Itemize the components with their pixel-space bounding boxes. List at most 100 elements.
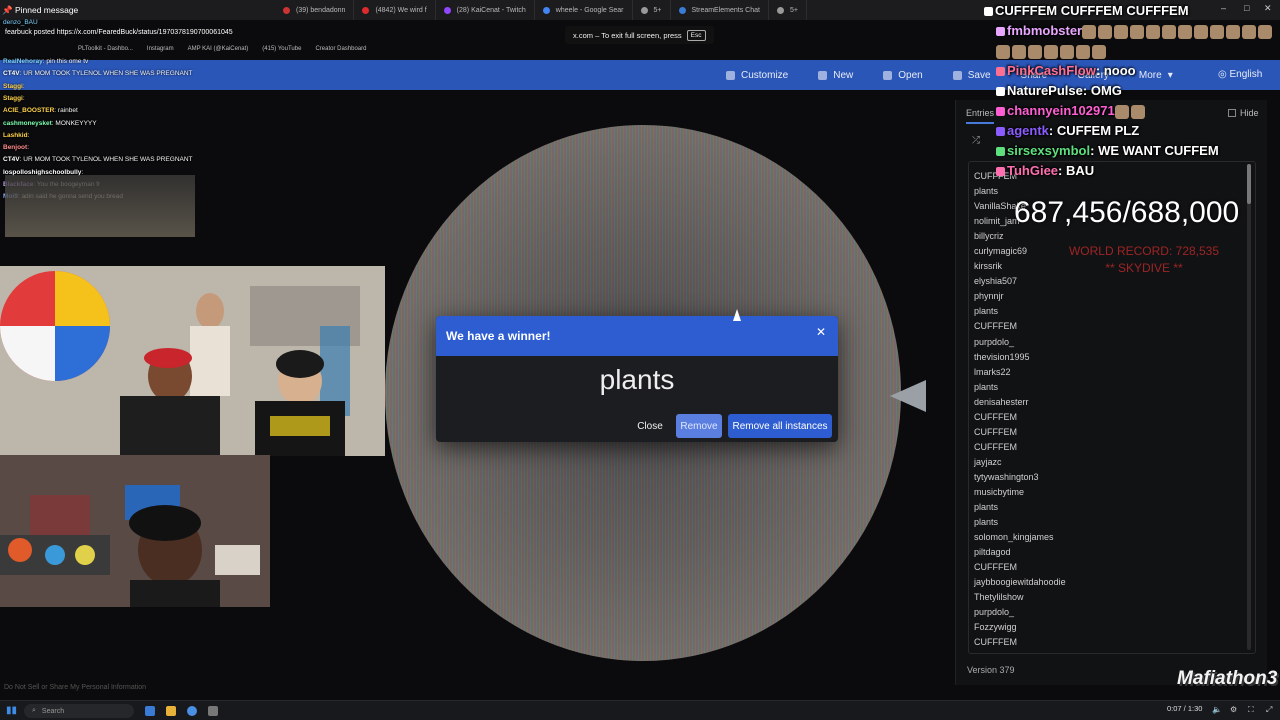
wheel-pointer-icon: [890, 380, 926, 412]
chat-overlay-image: [5, 175, 195, 237]
new-button[interactable]: New: [818, 70, 853, 81]
pinned-header: 📌 Pinned message: [2, 5, 79, 15]
folder-icon: [883, 70, 893, 80]
entry-item: denisahesterr: [974, 396, 1029, 407]
world-record-label: WORLD RECORD: 728,535 ** SKYDIVE **: [1048, 243, 1240, 277]
chat-separator: :: [1090, 143, 1099, 158]
browser-tab[interactable]: 5+: [769, 0, 807, 20]
settings-icon[interactable]: ⚙: [1230, 705, 1239, 714]
chat-badge-icon: [984, 7, 993, 17]
chat-line: Staggi:: [3, 83, 25, 90]
pinned-message: fearbuck posted https://x.com/FearedBuck…: [5, 29, 233, 36]
chat-line: Lashkid:: [3, 132, 29, 139]
tab-entries[interactable]: Entries: [966, 108, 995, 124]
emote-icon: [1194, 24, 1209, 39]
emote-icon: [1210, 24, 1225, 39]
emote-icon: [1114, 104, 1129, 119]
app-icon[interactable]: [208, 706, 218, 716]
language-button[interactable]: ◎ English: [1218, 69, 1262, 80]
winner-name: plants: [599, 364, 675, 395]
close-icon[interactable]: ✕: [816, 325, 826, 339]
browser-tab[interactable]: 5+: [633, 0, 671, 20]
taskbar-search[interactable]: ⌕ Search: [24, 704, 134, 718]
entry-item: jayjazc: [974, 456, 1002, 467]
hide-checkbox[interactable]: [1228, 109, 1236, 117]
webcam-secondary: [0, 455, 270, 607]
maximize-icon[interactable]: □: [1244, 3, 1249, 13]
bookmark-item[interactable]: (415) YouTube: [262, 46, 301, 52]
remove-all-instances-button[interactable]: Remove all instances: [728, 414, 832, 438]
entry-item: musicbytime: [974, 486, 1025, 497]
emote-icon: [1146, 24, 1161, 39]
emote-icon: [996, 44, 1010, 59]
expand-icon[interactable]: ⤢: [1266, 705, 1275, 714]
bookmark-item[interactable]: Instagram: [147, 46, 174, 52]
entry-item: CUFFFEM: [974, 411, 1017, 422]
chat-line: cashmoneysket: MONKEYYYY: [3, 120, 97, 127]
overlay-chat-username: agentk: [1007, 123, 1049, 138]
customize-button[interactable]: Customize: [726, 70, 788, 81]
browser-tab[interactable]: StreamElements Chat: [671, 0, 769, 20]
emote-icon: [1162, 24, 1177, 39]
bookmark-item[interactable]: Creator Dashboard: [315, 46, 366, 52]
minimize-icon[interactable]: –: [1221, 3, 1226, 13]
new-file-icon: [818, 70, 828, 80]
chat-username: CT4V: [3, 70, 20, 78]
bookmarks-bar: PLToolkit - Dashbo... Instagram AMP KAI …: [0, 42, 400, 56]
browser-tab[interactable]: (39) bendadonn: [275, 0, 355, 20]
app-icon[interactable]: [145, 706, 155, 716]
emote-icon: [1082, 24, 1097, 39]
entry-item: purpdolo_: [974, 336, 1015, 347]
bookmark-item[interactable]: PLToolkit - Dashbo...: [78, 46, 133, 52]
open-button[interactable]: Open: [883, 70, 923, 81]
entry-item: billycriz: [974, 231, 1004, 242]
emote-icon: [1130, 24, 1145, 39]
save-icon: [952, 70, 962, 80]
more-button[interactable]: More ▾: [1139, 70, 1173, 81]
chat-username: CT4V: [3, 156, 20, 164]
save-button[interactable]: Save: [952, 70, 991, 81]
entry-item: CUFFFEM: [974, 562, 1017, 573]
overlay-chat-line: PinkCashFlow: nooo: [996, 63, 1136, 78]
chat-separator: :: [22, 82, 25, 90]
emote-icon: [1226, 24, 1241, 39]
palette-icon: [726, 70, 735, 80]
chat-text: rainbet: [57, 107, 78, 115]
overlay-chat-username: sirsexsymbol: [1007, 143, 1091, 158]
chat-separator: :: [1082, 83, 1091, 98]
start-icon[interactable]: ▮▮: [6, 705, 17, 716]
chat-username: ACIE_BOOSTER: [3, 107, 55, 115]
privacy-link[interactable]: Do Not Sell or Share My Personal Informa…: [4, 684, 146, 691]
browser-tab[interactable]: wheele - Google Sear: [535, 0, 633, 20]
overlay-chat-text: CUFFEM PLZ: [1056, 123, 1140, 138]
entries-panel: Entries Hide ⤮ CUFFFEM plants VanillaShake…: [955, 100, 1267, 685]
entries-scrollbar[interactable]: [1247, 164, 1251, 650]
shuffle-icon[interactable]: ⤮: [972, 136, 982, 146]
tab-favicon-icon: [678, 6, 686, 14]
chat-badge-icon: [996, 147, 1005, 157]
entry-item: plants: [974, 381, 999, 392]
emote-icon: [1012, 44, 1026, 59]
esc-key-hint: Esc: [686, 29, 706, 41]
browser-tab[interactable]: (28) KaiCenat - Twitch: [436, 0, 535, 20]
remove-button[interactable]: Remove: [676, 414, 722, 438]
folder-icon[interactable]: [166, 706, 176, 716]
chat-username: Staggi: [3, 94, 23, 102]
tab-favicon-icon: [362, 6, 370, 14]
volume-icon[interactable]: 🔈: [1212, 705, 1222, 714]
bookmark-item[interactable]: AMP KAI (@KaiCenat): [188, 46, 249, 52]
scrollbar-thumb[interactable]: [1247, 164, 1251, 204]
hide-toggle[interactable]: Hide: [1228, 108, 1259, 118]
chat-badge-icon: [996, 27, 1005, 37]
fullscreen-icon[interactable]: ⛶: [1248, 705, 1257, 714]
browser-tab[interactable]: (4842) We wird f: [354, 0, 436, 20]
chat-text: MONKEYYYY: [55, 119, 97, 127]
close-button[interactable]: Close: [632, 414, 668, 438]
close-window-icon[interactable]: ✕: [1264, 3, 1272, 14]
overlay-chat-line: agentk: CUFFEM PLZ: [996, 123, 1139, 138]
entries-textbox[interactable]: CUFFFEM plants VanillaShake nolimit_jam bill…: [968, 161, 1256, 654]
browser-icon[interactable]: [187, 706, 197, 716]
overlay-chat-line: channyein102971: [996, 103, 1147, 119]
emote-icon: [1028, 44, 1042, 59]
chat-badge-icon: [996, 87, 1005, 97]
